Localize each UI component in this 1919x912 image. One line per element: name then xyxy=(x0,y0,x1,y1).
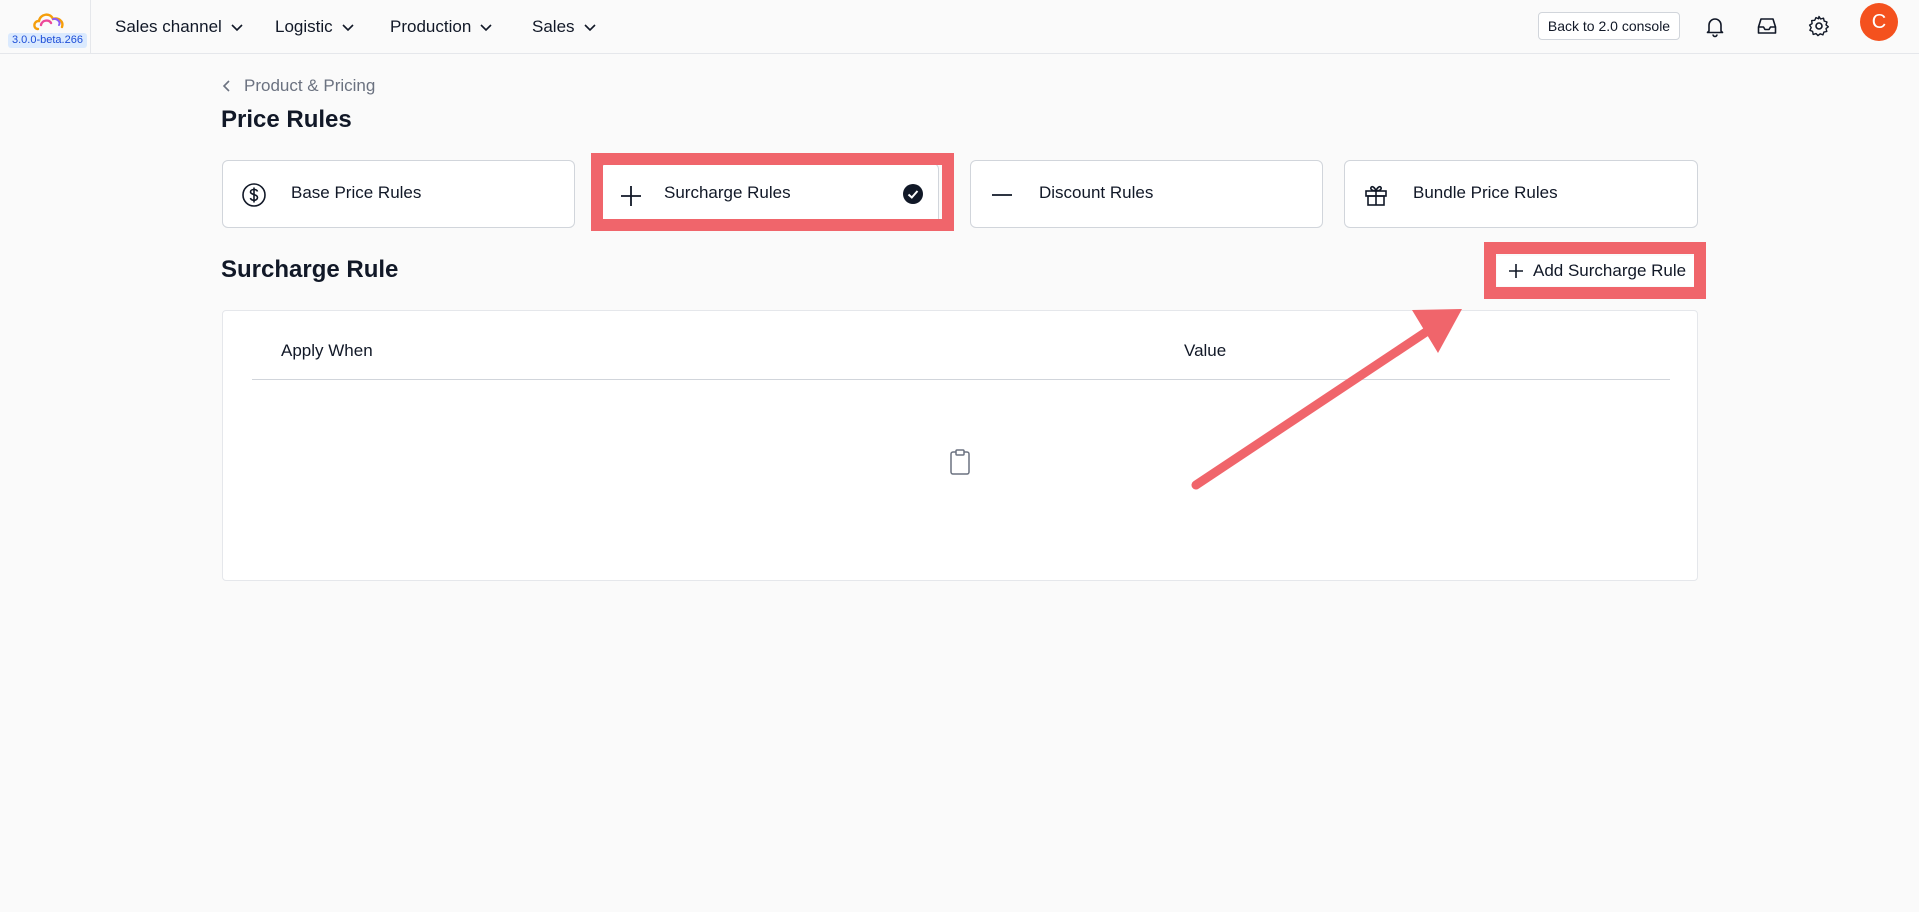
tab-discount-rules[interactable]: Discount Rules xyxy=(970,160,1323,228)
page-title: Price Rules xyxy=(221,106,352,133)
section-title: Surcharge Rule xyxy=(221,256,399,283)
tab-bundle-price-rules[interactable]: Bundle Price Rules xyxy=(1344,160,1698,228)
chevron-down-icon xyxy=(583,24,596,32)
tab-label: Base Price Rules xyxy=(291,183,422,202)
user-avatar[interactable]: C xyxy=(1860,3,1898,41)
version-badge: 3.0.0-beta.266 xyxy=(8,33,87,48)
dollar-circle-icon xyxy=(242,183,266,207)
clipboard-icon xyxy=(950,449,970,475)
column-header-apply-when: Apply When xyxy=(281,341,373,360)
top-bar: 3.0.0-beta.266 Sales channel Logistic Pr… xyxy=(0,0,1919,54)
gear-icon[interactable] xyxy=(1807,14,1831,38)
tab-label: Bundle Price Rules xyxy=(1413,183,1558,202)
add-button-label: Add Surcharge Rule xyxy=(1533,261,1687,280)
nav-production[interactable]: Production xyxy=(390,14,493,40)
nav-sales[interactable]: Sales xyxy=(532,14,597,40)
chevron-down-icon xyxy=(231,24,243,32)
surcharge-rules-table: Apply When Value xyxy=(222,310,1698,581)
nav-sales-channel[interactable]: Sales channel xyxy=(115,14,244,40)
breadcrumb-label: Product & Pricing xyxy=(244,76,376,95)
plus-icon xyxy=(621,186,641,206)
chevron-left-icon xyxy=(222,80,230,92)
breadcrumb[interactable]: Product & Pricing xyxy=(222,74,375,98)
nav-label: Logistic xyxy=(275,17,333,36)
tab-label: Surcharge Rules xyxy=(664,183,791,202)
chevron-down-icon xyxy=(480,24,492,32)
tab-surcharge-rules[interactable]: Surcharge Rules xyxy=(601,163,939,225)
nav-label: Sales xyxy=(532,17,575,36)
logo-area[interactable]: 3.0.0-beta.266 xyxy=(0,0,91,54)
tab-label: Discount Rules xyxy=(1039,183,1154,202)
nav-label: Production xyxy=(390,17,472,36)
inbox-icon[interactable] xyxy=(1755,14,1779,38)
nav-logistic[interactable]: Logistic xyxy=(275,14,355,40)
plus-icon xyxy=(1509,264,1523,278)
back-to-console-button[interactable]: Back to 2.0 console xyxy=(1538,12,1680,40)
check-circle-icon xyxy=(903,184,923,204)
column-header-value: Value xyxy=(1184,341,1227,360)
nav-label: Sales channel xyxy=(115,17,222,36)
gift-icon xyxy=(1365,185,1387,206)
chevron-down-icon xyxy=(342,24,354,32)
minus-icon xyxy=(992,194,1012,196)
bell-icon[interactable] xyxy=(1703,14,1727,38)
cloud-logo-icon xyxy=(33,13,64,31)
tab-base-price-rules[interactable]: Base Price Rules xyxy=(222,160,575,228)
add-surcharge-rule-button[interactable]: Add Surcharge Rule xyxy=(1497,256,1694,286)
header-divider xyxy=(252,379,1670,380)
